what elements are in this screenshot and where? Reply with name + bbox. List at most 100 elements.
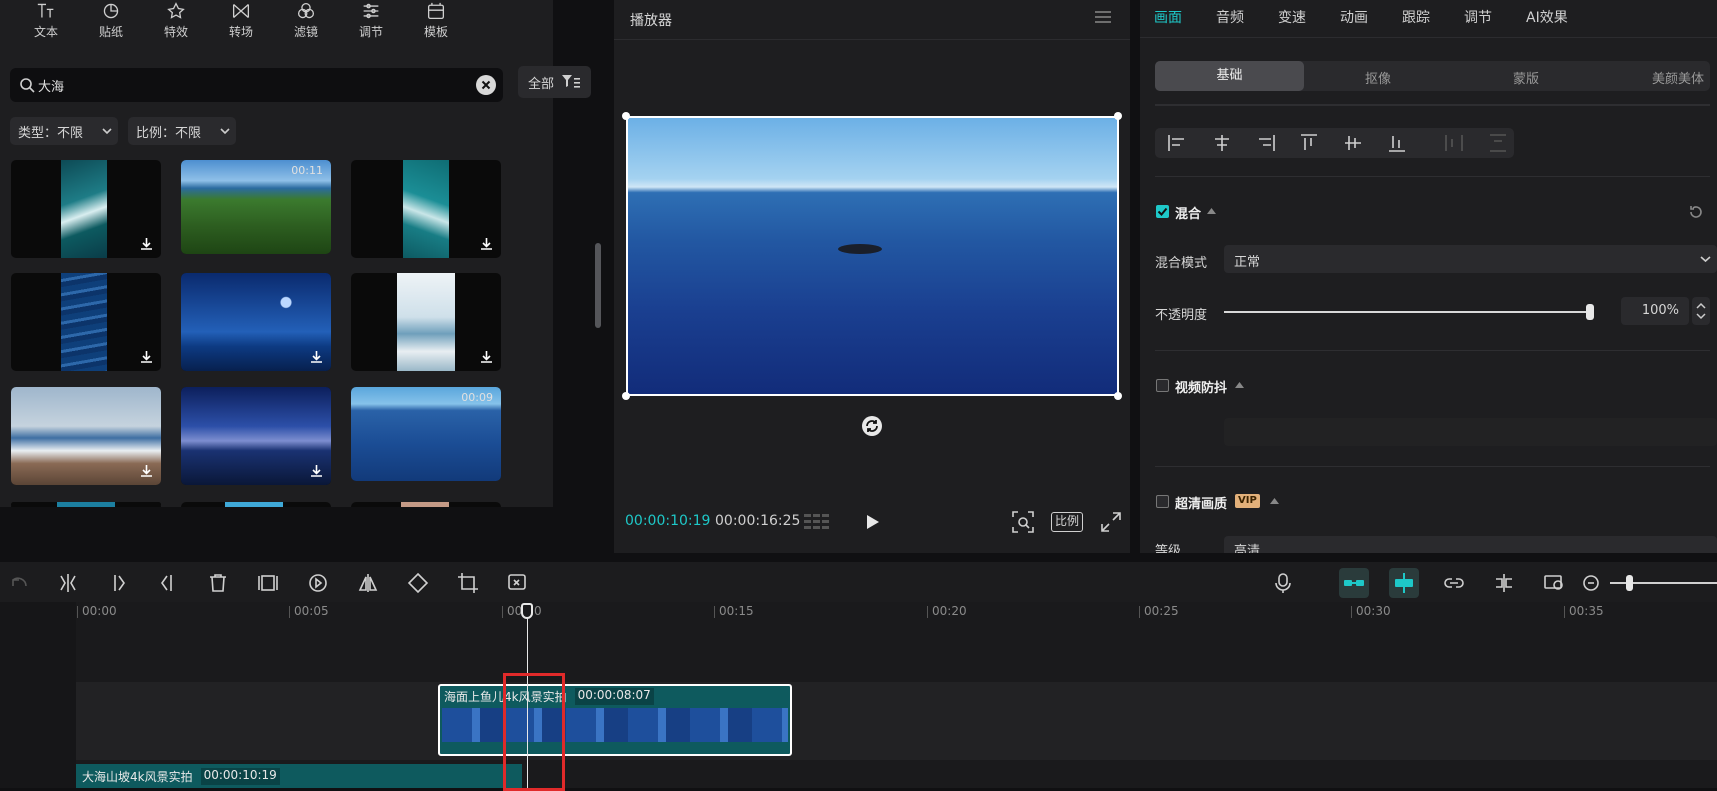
fullscreen-icon[interactable] — [1101, 512, 1121, 532]
toolbar-item-template[interactable]: 模板 — [400, 0, 472, 40]
tab-ai-effects[interactable]: AI效果 — [1526, 7, 1568, 27]
toolbar-item-filter[interactable]: 滤镜 — [270, 0, 342, 40]
align-left-icon[interactable] — [1167, 133, 1187, 153]
timeline-list-icon[interactable] — [804, 512, 830, 532]
type-filter-dropdown[interactable]: 类型：不限 — [10, 117, 118, 145]
zoom-slider[interactable] — [1610, 575, 1717, 591]
align-bottom-icon[interactable] — [1387, 133, 1407, 153]
link-icon[interactable] — [1443, 572, 1465, 594]
media-item[interactable] — [351, 160, 501, 258]
clear-search-button[interactable] — [476, 75, 496, 95]
hd-level-select[interactable]: 高清 — [1224, 536, 1717, 553]
resize-handle[interactable] — [622, 112, 630, 120]
media-item[interactable] — [11, 160, 161, 258]
toolbar-item-text[interactable]: 文本 — [10, 0, 82, 40]
microphone-icon[interactable] — [1272, 572, 1294, 594]
video-clip[interactable]: 海面上鱼儿4k风景实拍 00:00:08:07 — [438, 684, 792, 756]
align-top-icon[interactable] — [1299, 133, 1319, 153]
blend-checkbox[interactable] — [1156, 205, 1169, 218]
align-center-h-icon[interactable] — [1212, 133, 1232, 153]
playhead-handle[interactable] — [521, 603, 533, 619]
main-track-clip[interactable]: 大海山坡4k风景实拍 00:00:10:19 — [76, 764, 522, 788]
collapse-icon[interactable] — [1207, 208, 1216, 214]
freeze-frame-icon[interactable] — [257, 572, 279, 594]
download-icon[interactable] — [310, 464, 323, 477]
opacity-input[interactable]: 100% — [1621, 297, 1689, 325]
screenshot-icon[interactable] — [1543, 572, 1565, 594]
download-icon[interactable] — [140, 464, 153, 477]
subtab-basic[interactable]: 基础 — [1155, 61, 1304, 91]
download-icon[interactable] — [140, 237, 153, 250]
media-item[interactable] — [351, 273, 501, 371]
preview-axis-icon[interactable] — [1493, 572, 1515, 594]
align-center-v-icon[interactable] — [1343, 133, 1363, 153]
media-item[interactable] — [181, 387, 331, 485]
resize-handle[interactable] — [1114, 112, 1122, 120]
opacity-stepper[interactable] — [1692, 297, 1710, 325]
tab-animation[interactable]: 动画 — [1340, 7, 1368, 27]
tab-speed[interactable]: 变速 — [1278, 7, 1306, 27]
media-item[interactable] — [181, 273, 331, 371]
subtab-cutout[interactable]: 抠像 — [1365, 68, 1391, 87]
tab-audio[interactable]: 音频 — [1216, 7, 1244, 27]
media-item[interactable]: 00:11 — [181, 160, 331, 254]
download-icon[interactable] — [140, 350, 153, 363]
split-icon[interactable] — [57, 572, 79, 594]
reverse-icon[interactable] — [307, 572, 329, 594]
subtab-mask[interactable]: 蒙版 — [1513, 68, 1539, 87]
download-icon[interactable] — [310, 350, 323, 363]
reset-icon[interactable] — [1688, 204, 1704, 220]
download-icon[interactable] — [480, 237, 493, 250]
collapse-icon[interactable] — [1270, 498, 1279, 504]
stabilize-checkbox[interactable] — [1156, 379, 1169, 392]
toolbar-item-sticker[interactable]: 贴纸 — [82, 0, 140, 40]
collapse-icon[interactable] — [1235, 382, 1244, 388]
play-icon[interactable] — [866, 514, 880, 530]
rotate-clip-icon[interactable] — [407, 572, 429, 594]
tab-tracking[interactable]: 跟踪 — [1402, 7, 1430, 27]
rotate-button[interactable] — [862, 416, 882, 436]
resize-handle[interactable] — [622, 392, 630, 400]
toolbar-item-effects[interactable]: 特效 — [140, 0, 212, 40]
resize-handle[interactable] — [1114, 392, 1122, 400]
tab-adjust[interactable]: 调节 — [1464, 7, 1492, 27]
media-item[interactable] — [11, 502, 161, 507]
opacity-slider-thumb[interactable] — [1586, 304, 1594, 320]
subtab-beauty[interactable]: 美颜美体 — [1652, 68, 1704, 87]
media-item[interactable] — [181, 502, 331, 507]
zoom-slider-thumb[interactable] — [1626, 575, 1633, 591]
blend-mode-select[interactable]: 正常 — [1224, 245, 1717, 273]
blend-label: 混合 — [1175, 207, 1202, 222]
main-track-magnet-toggle[interactable] — [1339, 568, 1369, 598]
vip-badge: VIP — [1235, 494, 1260, 508]
media-item[interactable] — [11, 273, 161, 371]
media-item[interactable] — [351, 502, 501, 507]
media-item[interactable]: 00:09 — [351, 387, 501, 481]
menu-icon[interactable] — [1094, 10, 1112, 24]
hd-checkbox[interactable] — [1156, 495, 1169, 508]
download-icon[interactable] — [480, 350, 493, 363]
preview-video[interactable] — [626, 116, 1119, 396]
smart-cut-icon[interactable] — [507, 572, 529, 594]
tab-picture[interactable]: 画面 — [1154, 7, 1182, 27]
boat-shape — [838, 244, 882, 254]
trim-left-icon[interactable] — [107, 572, 129, 594]
mirror-icon[interactable] — [357, 572, 379, 594]
search-input[interactable]: 大海 — [10, 68, 503, 102]
filter-all-button[interactable]: 全部 — [518, 66, 591, 98]
align-right-icon[interactable] — [1256, 133, 1276, 153]
crop-icon[interactable] — [457, 572, 479, 594]
delete-icon[interactable] — [207, 572, 229, 594]
fit-screen-icon[interactable] — [1012, 511, 1034, 533]
opacity-slider[interactable] — [1224, 304, 1594, 320]
trim-right-icon[interactable] — [157, 572, 179, 594]
toolbar-item-adjust[interactable]: 调节 — [342, 0, 400, 40]
toolbar-item-transition[interactable]: 转场 — [212, 0, 270, 40]
ratio-filter-dropdown[interactable]: 比例：不限 — [128, 117, 236, 145]
zoom-out-icon[interactable] — [1580, 572, 1602, 594]
auto-snap-toggle[interactable] — [1389, 568, 1419, 598]
ratio-button[interactable]: 比例 — [1051, 512, 1083, 532]
undo-icon[interactable] — [8, 572, 30, 594]
media-scrollbar[interactable] — [595, 243, 601, 328]
media-item[interactable] — [11, 387, 161, 485]
